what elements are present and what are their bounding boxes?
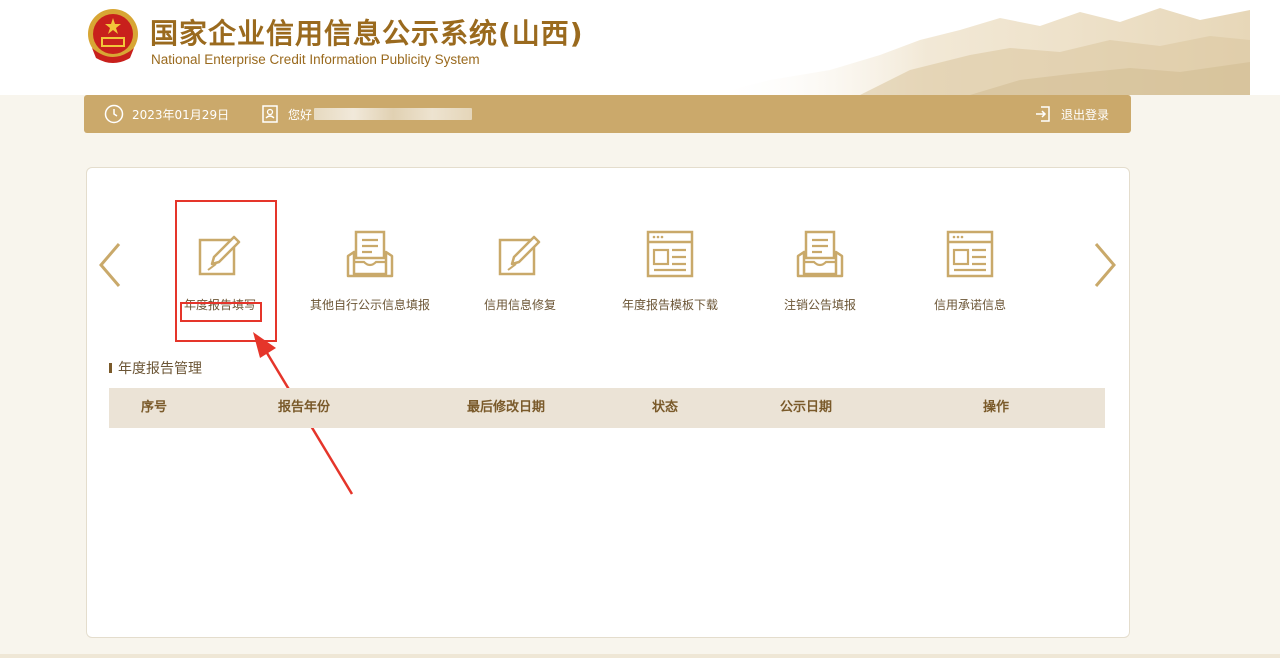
- edit-icon: [198, 235, 241, 276]
- func-cancellation-notice[interactable]: 注销公告填报: [745, 228, 895, 313]
- username-redacted: [314, 108, 473, 120]
- func-label: 其他自行公示信息填报: [309, 298, 430, 312]
- report-table-header: 序号 报告年份 最后修改日期 状态 公示日期 操作: [109, 388, 1105, 428]
- date-display: 2023年01月29日: [104, 95, 229, 133]
- date-text: 2023年01月29日: [132, 107, 230, 122]
- chevron-right-icon[interactable]: [1090, 240, 1120, 290]
- edit-icon: [498, 235, 541, 276]
- col-index: 序号: [140, 400, 167, 415]
- func-label: 注销公告填报: [783, 298, 856, 312]
- inbox-document-icon: [796, 230, 844, 278]
- page-bottom-border: [0, 654, 1280, 658]
- func-label: 年度报告模板下载: [621, 298, 718, 312]
- logout-button[interactable]: 退出登录: [1033, 95, 1109, 133]
- func-label: 信用信息修复: [483, 298, 556, 312]
- func-credit-commitment[interactable]: 信用承诺信息: [895, 228, 1045, 313]
- template-icon: [946, 230, 994, 278]
- func-label: 信用承诺信息: [933, 298, 1006, 312]
- col-status: 状态: [651, 400, 678, 415]
- national-emblem-icon: [88, 9, 138, 63]
- site-header: 国家企业信用信息公示系统(山西) National Enterprise Cre…: [0, 0, 1280, 95]
- func-other-disclosure[interactable]: 其他自行公示信息填报: [295, 228, 445, 313]
- col-actions: 操作: [982, 400, 1009, 415]
- greeting-text: 您好: [288, 107, 313, 122]
- site-title: 国家企业信用信息公示系统(山西): [150, 17, 584, 50]
- user-card-icon: [262, 105, 278, 123]
- col-report-year: 报告年份: [277, 400, 330, 415]
- site-subtitle: National Enterprise Credit Information P…: [151, 52, 480, 67]
- inbox-document-icon: [346, 230, 394, 278]
- template-icon: [646, 230, 694, 278]
- section-marker: [109, 363, 112, 373]
- user-toolbar: 2023年01月29日 您好 退出登录: [84, 95, 1131, 133]
- func-credit-repair[interactable]: 信用信息修复: [445, 228, 595, 313]
- logout-icon: [1035, 106, 1050, 122]
- func-template-download[interactable]: 年度报告模板下载: [595, 228, 745, 313]
- col-last-modified: 最后修改日期: [466, 400, 545, 415]
- section-title-text: 年度报告管理: [118, 361, 202, 377]
- user-greeting: 您好: [260, 95, 473, 133]
- chevron-left-icon[interactable]: [95, 240, 125, 290]
- func-annual-report-fill[interactable]: 年度报告填写: [145, 228, 295, 313]
- mountain-background: [710, 8, 1250, 95]
- section-title: 年度报告管理: [109, 358, 202, 378]
- logout-label: 退出登录: [1060, 107, 1109, 122]
- clock-icon: [104, 104, 124, 124]
- col-publish-date: 公示日期: [779, 400, 832, 415]
- func-label: 年度报告填写: [183, 298, 256, 312]
